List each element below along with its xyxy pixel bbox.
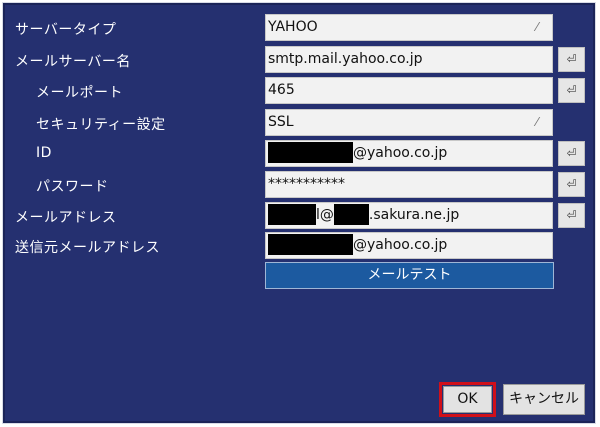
security-value: SSL: [268, 114, 294, 130]
redacted-block: [268, 141, 353, 163]
sender-address-row: 送信元メールアドレス @yahoo.co.jp: [3, 232, 600, 261]
id-row: ID @yahoo.co.jp ⏎: [3, 140, 600, 169]
mail-test-button[interactable]: メールテスト: [265, 262, 554, 289]
redacted-block: [268, 233, 353, 255]
redacted-block: [268, 203, 316, 225]
password-value: ***********: [268, 176, 345, 192]
id-value-suffix: @yahoo.co.jp: [353, 145, 448, 161]
mail-settings-dialog: サーバータイプ YAHOO ⁄ メールサーバー名 smtp.mail.yahoo…: [2, 2, 596, 424]
server-type-select[interactable]: YAHOO ⁄: [265, 14, 553, 41]
keyboard-icon[interactable]: ⏎: [558, 78, 585, 103]
security-label: セキュリティー設定: [36, 117, 166, 133]
mail-server-row: メールサーバー名 smtp.mail.yahoo.co.jp ⏎: [3, 46, 600, 75]
password-row: パスワード *********** ⏎: [3, 171, 600, 200]
keyboard-icon[interactable]: ⏎: [558, 203, 585, 228]
dropdown-arrow-icon: ⁄: [536, 20, 539, 34]
mail-server-label: メールサーバー名: [15, 54, 131, 70]
mail-address-label: メールアドレス: [15, 210, 117, 226]
mail-port-value: 465: [268, 82, 295, 98]
server-type-label: サーバータイプ: [15, 22, 117, 38]
sender-address-input[interactable]: @yahoo.co.jp: [265, 232, 553, 259]
server-type-row: サーバータイプ YAHOO ⁄: [3, 14, 600, 43]
cancel-button[interactable]: キャンセル: [503, 384, 585, 415]
mail-address-input[interactable]: l@ .sakura.ne.jp: [265, 202, 553, 229]
id-input[interactable]: @yahoo.co.jp: [265, 140, 553, 167]
mail-address-row: メールアドレス l@ .sakura.ne.jp ⏎: [3, 202, 600, 231]
id-label: ID: [36, 145, 52, 161]
keyboard-icon[interactable]: ⏎: [558, 47, 585, 72]
mail-port-input[interactable]: 465: [265, 77, 553, 104]
keyboard-icon[interactable]: ⏎: [558, 141, 585, 166]
redacted-block: [333, 203, 369, 225]
password-input[interactable]: ***********: [265, 171, 553, 198]
sender-address-suffix: @yahoo.co.jp: [353, 237, 448, 253]
ok-button[interactable]: OK: [443, 386, 492, 413]
mail-address-suffix: .sakura.ne.jp: [368, 207, 460, 223]
sender-address-label: 送信元メールアドレス: [15, 240, 160, 256]
security-select[interactable]: SSL ⁄: [265, 109, 553, 136]
mail-address-part: l@: [316, 207, 334, 223]
mail-port-label: メールポート: [36, 85, 123, 101]
mail-port-row: メールポート 465 ⏎: [3, 77, 600, 106]
dropdown-arrow-icon: ⁄: [536, 115, 539, 129]
mail-server-input[interactable]: smtp.mail.yahoo.co.jp: [265, 46, 553, 73]
mail-server-value: smtp.mail.yahoo.co.jp: [268, 51, 423, 67]
keyboard-icon[interactable]: ⏎: [558, 172, 585, 197]
server-type-value: YAHOO: [268, 19, 318, 35]
password-label: パスワード: [36, 179, 109, 195]
security-row: セキュリティー設定 SSL ⁄: [3, 109, 600, 138]
